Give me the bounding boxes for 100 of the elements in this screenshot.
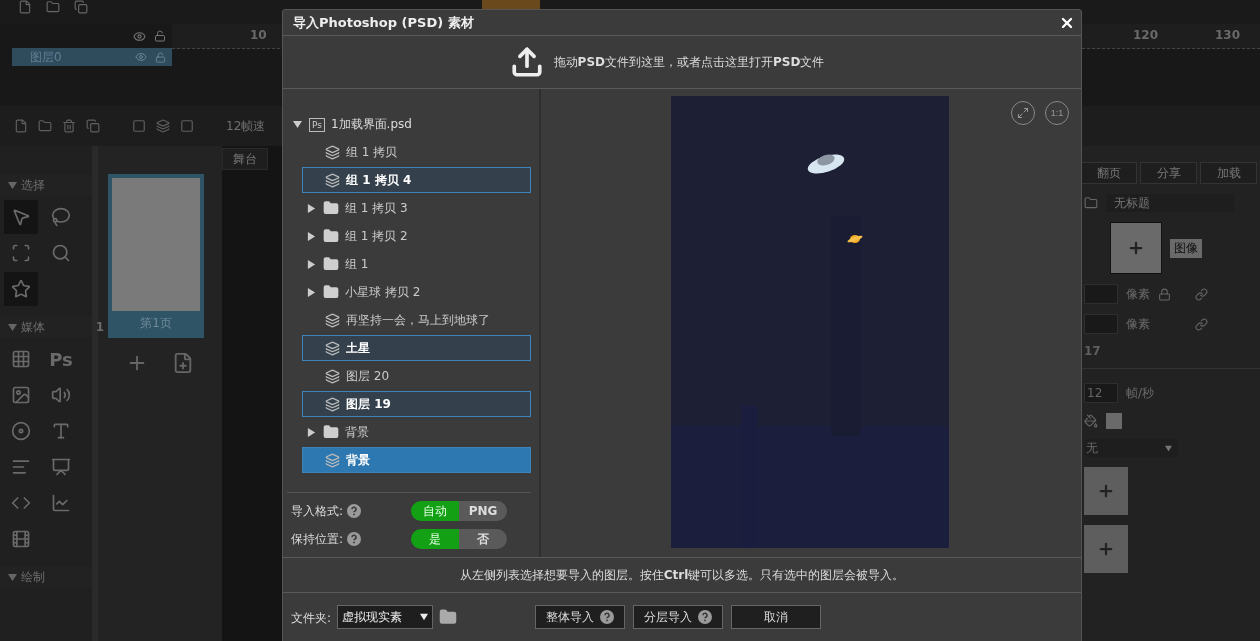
- unlock-icon[interactable]: [154, 30, 166, 42]
- folder-icon: [323, 284, 339, 300]
- expand-icon: [1017, 107, 1029, 119]
- title-field[interactable]: 无标题: [1106, 194, 1234, 212]
- unit-label: 像素: [1126, 285, 1150, 303]
- ruler-label: 120: [1133, 28, 1159, 42]
- dialog-button[interactable]: 整体导入: [535, 605, 625, 629]
- copy-icon[interactable]: [86, 119, 100, 133]
- page-number: 1: [95, 320, 105, 334]
- panel-tab[interactable]: 翻页: [1080, 162, 1137, 184]
- help-icon: [347, 504, 361, 518]
- add-slot[interactable]: [1084, 525, 1128, 573]
- caret-down-icon: [420, 613, 428, 621]
- layers-icon: [325, 340, 340, 356]
- frame-icon[interactable]: [132, 119, 146, 133]
- unit-label: 像素: [1126, 315, 1150, 333]
- layer-item[interactable]: 组 1 拷贝: [302, 139, 531, 165]
- dialog-button[interactable]: 取消: [731, 605, 821, 629]
- folder-icon: [323, 424, 339, 440]
- unlock-icon[interactable]: [155, 51, 166, 63]
- caret-down-icon[interactable]: [8, 180, 17, 190]
- folder-icon: [323, 256, 339, 272]
- section-title: 选择: [21, 176, 45, 194]
- lock-icon[interactable]: [1158, 287, 1171, 301]
- layers-icon[interactable]: [156, 119, 170, 133]
- caret-right-icon[interactable]: [307, 231, 316, 241]
- panel-tab[interactable]: 分享: [1140, 162, 1197, 184]
- dialog-title: 导入Photoshop (PSD) 素材: [293, 13, 474, 32]
- panel-tab[interactable]: 加载: [1200, 162, 1257, 184]
- count-value: 17: [1084, 344, 1101, 358]
- help-icon: [347, 532, 361, 546]
- folder-dropdown[interactable]: 虚拟现实素: [337, 605, 433, 629]
- fps-field[interactable]: 12: [1084, 383, 1118, 403]
- drop-zone[interactable]: 拖动PSD文件到这里，或者点击这里打开PSD文件: [283, 36, 1081, 89]
- layers-icon: [325, 368, 340, 384]
- folder-icon: [1084, 196, 1098, 210]
- toggle-option[interactable]: PNG: [459, 501, 507, 521]
- caret-right-icon[interactable]: [307, 259, 316, 269]
- layers-icon: [325, 172, 340, 188]
- eye-icon[interactable]: [135, 51, 147, 63]
- plus-icon: [1097, 482, 1115, 500]
- image-slot[interactable]: [1110, 222, 1162, 274]
- instruction-text: 从左侧列表选择想要导入的图层。按住Ctrl键可以多选。只有选中的图层会被导入。: [459, 566, 905, 584]
- transition-dropdown[interactable]: 无: [1084, 439, 1178, 457]
- caret-down-icon[interactable]: [8, 572, 17, 582]
- toggle-option[interactable]: 自动: [411, 501, 459, 521]
- layers-icon: [325, 452, 340, 468]
- option-label: 导入格式:: [291, 502, 345, 520]
- caret-right-icon[interactable]: [307, 427, 316, 437]
- caret-right-icon[interactable]: [307, 203, 316, 213]
- layer-item[interactable]: 小星球 拷贝 2: [302, 279, 531, 305]
- layer-item[interactable]: 图层 19: [302, 391, 531, 417]
- new-layer-icon[interactable]: [14, 119, 28, 133]
- layers-icon: [325, 312, 340, 328]
- trash-icon[interactable]: [62, 119, 76, 133]
- dialog-button[interactable]: 分层导入: [633, 605, 723, 629]
- layer-item[interactable]: 图层 20: [302, 363, 531, 389]
- caret-right-icon[interactable]: [307, 287, 316, 297]
- caret-down-icon: [1165, 444, 1172, 452]
- photoshop-tool[interactable]: Ps: [44, 342, 78, 376]
- eye-icon[interactable]: [133, 29, 146, 43]
- layers-icon: [325, 144, 340, 160]
- layer-item[interactable]: 组 1 拷贝 4: [302, 167, 531, 193]
- layer-item[interactable]: 再坚持一会，马上到地球了: [302, 307, 531, 333]
- keyframe-icon[interactable]: [180, 119, 194, 133]
- link-icon[interactable]: [1195, 287, 1208, 301]
- folder-icon[interactable]: [38, 119, 52, 133]
- layer-item[interactable]: 组 1 拷贝 2: [302, 223, 531, 249]
- layer-item[interactable]: 背景: [302, 447, 531, 473]
- new-folder-icon[interactable]: [439, 608, 457, 626]
- toggle-option[interactable]: 否: [459, 529, 507, 549]
- caret-down-icon[interactable]: [8, 322, 17, 332]
- stage-tab[interactable]: 舞台: [222, 148, 268, 170]
- copy-icon[interactable]: [74, 0, 88, 14]
- folder-icon: [323, 228, 339, 244]
- layer-item[interactable]: 背景: [302, 419, 531, 445]
- frame-rate: 12帧速: [226, 117, 266, 135]
- layer-item[interactable]: 组 1: [302, 251, 531, 277]
- add-slot[interactable]: [1084, 467, 1128, 515]
- option-label: 保持位置:: [291, 530, 345, 548]
- drop-hint: 拖动PSD文件到这里，或者点击这里打开PSD文件: [553, 53, 825, 71]
- layer-item[interactable]: 土星: [302, 335, 531, 361]
- caret-down-icon[interactable]: [293, 120, 302, 129]
- folder-icon[interactable]: [46, 0, 60, 14]
- section-title: 媒体: [21, 318, 45, 336]
- file-name: 1加载界面.psd: [330, 116, 412, 133]
- section-title: 绘制: [21, 568, 45, 586]
- toggle-option[interactable]: 是: [411, 529, 459, 549]
- pointer-icon[interactable]: [4, 200, 38, 234]
- layer-item[interactable]: 组 1 拷贝 3: [302, 195, 531, 221]
- plus-icon: [1097, 540, 1115, 558]
- link-icon[interactable]: [1195, 317, 1208, 331]
- paint-bucket-icon[interactable]: [1084, 414, 1098, 428]
- folder-icon: [323, 200, 339, 216]
- color-swatch[interactable]: [1106, 413, 1122, 429]
- psd-badge: Ps: [309, 117, 325, 132]
- new-file-icon[interactable]: [18, 0, 32, 14]
- ruler-label: 10: [250, 28, 267, 42]
- add-page-icon[interactable]: [172, 352, 194, 374]
- ruler-label: 130: [1215, 28, 1241, 42]
